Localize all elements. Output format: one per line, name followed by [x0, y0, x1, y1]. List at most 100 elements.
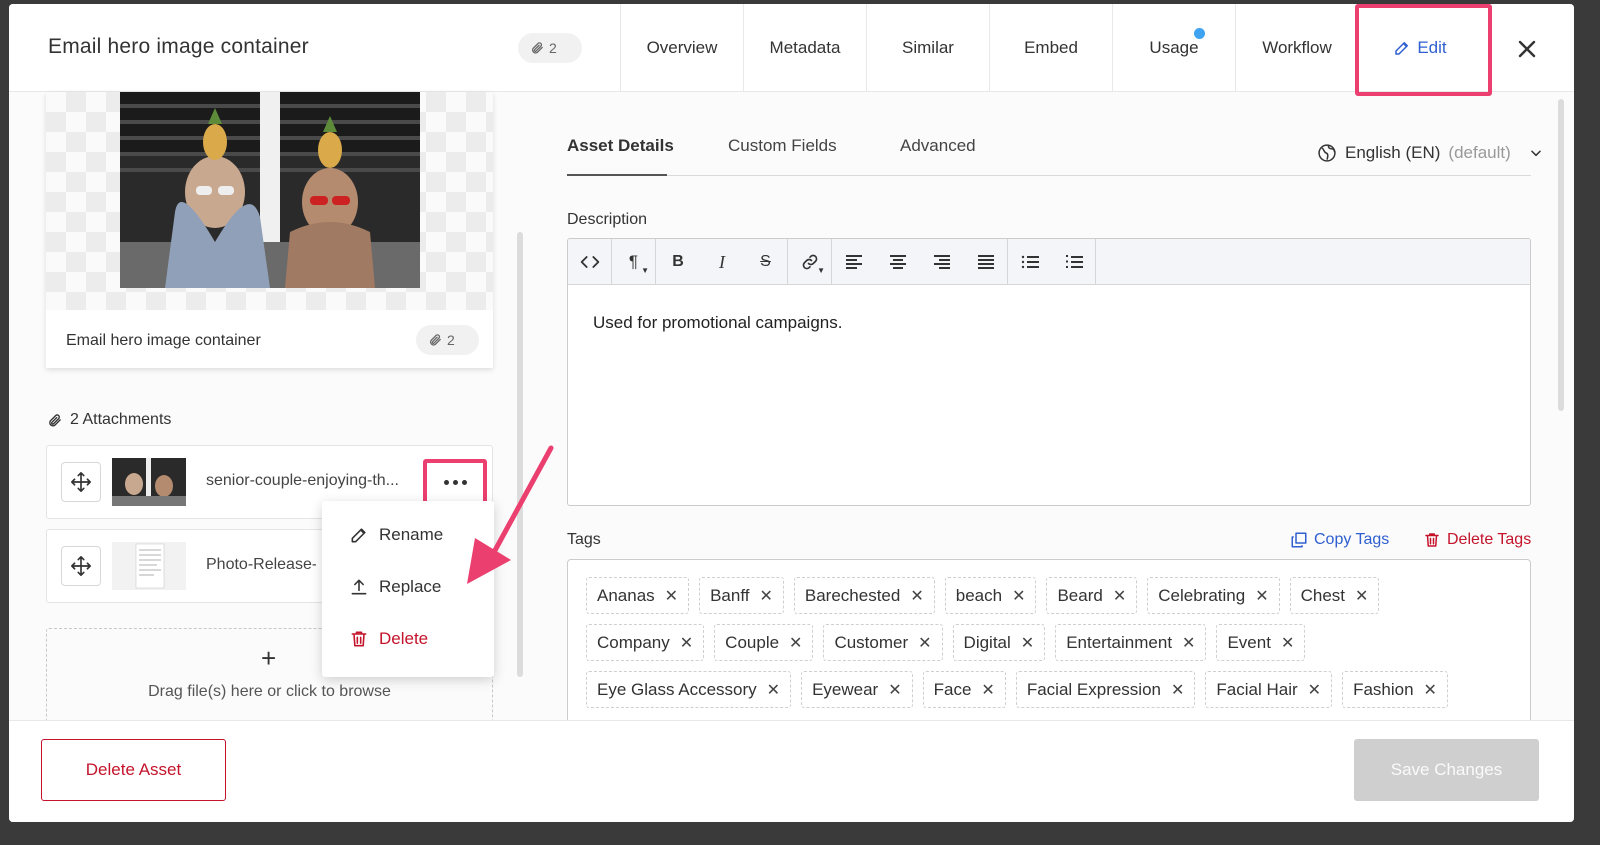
remove-tag-icon[interactable]: ✕ [1113, 586, 1126, 606]
remove-tag-icon[interactable]: ✕ [789, 633, 802, 653]
remove-tag-icon[interactable]: ✕ [665, 586, 678, 606]
menu-item-delete[interactable]: Delete [349, 629, 428, 649]
menu-label: Replace [379, 577, 442, 596]
numbered-list-button[interactable] [1052, 239, 1096, 285]
description-label: Description [567, 211, 648, 228]
copy-tags-button[interactable]: Copy Tags [1290, 531, 1389, 549]
trash-icon [1425, 533, 1439, 547]
tab-label: Workflow [1262, 38, 1332, 57]
drag-handle[interactable] [61, 462, 101, 502]
tab-advanced[interactable]: Advanced [900, 136, 976, 156]
remove-tag-icon[interactable]: ✕ [1171, 680, 1184, 700]
align-justify-button[interactable] [964, 239, 1008, 285]
preview-image[interactable] [120, 92, 420, 288]
tag-label: Event [1227, 632, 1271, 652]
tab-workflow[interactable]: Workflow [1235, 4, 1358, 92]
tab-edit[interactable]: Edit [1358, 4, 1481, 92]
dot [443, 479, 449, 485]
tags-list: Ananas ✕ Banff ✕ Barechested ✕ beach ✕ Beard ✕ Cel… [586, 577, 1486, 708]
move-icon [71, 556, 91, 576]
attachment-thumbnail [112, 458, 186, 506]
tag-chip: Chest ✕ [1289, 577, 1380, 614]
tag-label: Eye Glass Accessory [597, 679, 757, 699]
tag-chip: Facial Hair ✕ [1205, 671, 1333, 708]
description-text[interactable]: Used for promotional campaigns. [593, 313, 842, 333]
menu-item-replace[interactable]: Replace [349, 577, 441, 597]
attachment-context-menu: Rename Replace Delete [322, 501, 494, 677]
tag-label: Digital [963, 632, 1011, 652]
italic-button[interactable]: I [700, 239, 744, 285]
attachment-file-name[interactable]: senior-couple-enjoying-th... [206, 472, 422, 490]
tag-label: Eyewear [812, 679, 879, 699]
bullet-list-button[interactable] [1008, 239, 1052, 285]
tag-label: Entertainment [1066, 632, 1173, 652]
bold-button[interactable]: B [656, 239, 700, 285]
dot [461, 479, 467, 485]
more-options-button[interactable] [423, 459, 487, 505]
tab-similar[interactable]: Similar [866, 4, 989, 92]
tag-label: Facial Expression [1026, 679, 1161, 699]
align-left-button[interactable] [832, 239, 876, 285]
description-editor: ¶ ▼ B I S ▼ Used for promotional campaig… [567, 238, 1531, 506]
remove-tag-icon[interactable]: ✕ [888, 680, 901, 700]
paragraph-icon: ¶ [628, 252, 639, 271]
align-center-button[interactable] [876, 239, 920, 285]
tag-chip: Facial Expression ✕ [1015, 671, 1196, 708]
tag-label: Customer [834, 632, 909, 652]
trash-icon [351, 631, 367, 647]
tab-label: Edit [1417, 38, 1447, 57]
menu-item-rename[interactable]: Rename [349, 525, 443, 545]
code-view-button[interactable] [568, 239, 612, 285]
remove-tag-icon[interactable]: ✕ [767, 680, 780, 700]
remove-tag-icon[interactable]: ✕ [1355, 586, 1368, 606]
asset-title: Email hero image container [48, 35, 309, 58]
drag-handle[interactable] [61, 546, 101, 586]
paragraph-format-button[interactable]: ¶ ▼ [612, 239, 656, 285]
tag-label: Ananas [597, 585, 655, 605]
menu-label: Rename [379, 525, 444, 544]
attachment-file-name[interactable]: Photo-Release- [206, 556, 316, 574]
language-selector[interactable]: English (EN) (default) [1317, 143, 1543, 163]
align-right-button[interactable] [920, 239, 964, 285]
tab-metadata[interactable]: Metadata [743, 4, 866, 92]
bullet-list-icon [1021, 255, 1039, 269]
delete-asset-button[interactable]: Delete Asset [41, 739, 226, 801]
tab-usage[interactable]: Usage [1112, 4, 1235, 92]
remove-tag-icon[interactable]: ✕ [1281, 633, 1294, 653]
tags-label: Tags [567, 531, 601, 548]
delete-tags-button[interactable]: Delete Tags [1423, 531, 1531, 549]
tab-embed[interactable]: Embed [989, 4, 1112, 92]
plus-icon: + [261, 643, 277, 673]
align-justify-icon [977, 255, 994, 269]
right-scrollbar[interactable] [1558, 99, 1564, 411]
remove-tag-icon[interactable]: ✕ [1021, 633, 1034, 653]
remove-tag-icon[interactable]: ✕ [981, 680, 994, 700]
save-changes-button[interactable]: Save Changes [1354, 739, 1539, 801]
modal-footer: Delete Asset Save Changes [9, 720, 1574, 822]
preview-card: Email hero image container 2 [46, 92, 493, 368]
strikethrough-icon: S [760, 253, 771, 270]
tag-label: Facial Hair [1216, 679, 1298, 699]
link-button[interactable]: ▼ [788, 239, 832, 285]
tag-label: Celebrating [1158, 585, 1246, 605]
remove-tag-icon[interactable]: ✕ [1182, 633, 1195, 653]
remove-tag-icon[interactable]: ✕ [1012, 586, 1025, 606]
tag-chip: beach ✕ [944, 577, 1037, 614]
remove-tag-icon[interactable]: ✕ [680, 633, 693, 653]
tag-chip: Event ✕ [1216, 624, 1306, 661]
copy-icon [1291, 532, 1307, 548]
delete-tags-label: Delete Tags [1447, 531, 1532, 548]
remove-tag-icon[interactable]: ✕ [1308, 680, 1321, 700]
strikethrough-button[interactable]: S [744, 239, 788, 285]
tab-overview[interactable]: Overview [620, 4, 743, 92]
remove-tag-icon[interactable]: ✕ [918, 633, 931, 653]
remove-tag-icon[interactable]: ✕ [1255, 586, 1268, 606]
remove-tag-icon[interactable]: ✕ [1424, 680, 1437, 700]
dropzone-text: Drag file(s) here or click to browse [148, 683, 391, 700]
remove-tag-icon[interactable]: ✕ [759, 586, 772, 606]
tab-asset-details[interactable]: Asset Details [567, 136, 674, 156]
left-scrollbar[interactable] [517, 232, 523, 677]
remove-tag-icon[interactable]: ✕ [910, 586, 923, 606]
close-icon[interactable] [1515, 37, 1539, 61]
tab-custom-fields[interactable]: Custom Fields [728, 136, 837, 156]
